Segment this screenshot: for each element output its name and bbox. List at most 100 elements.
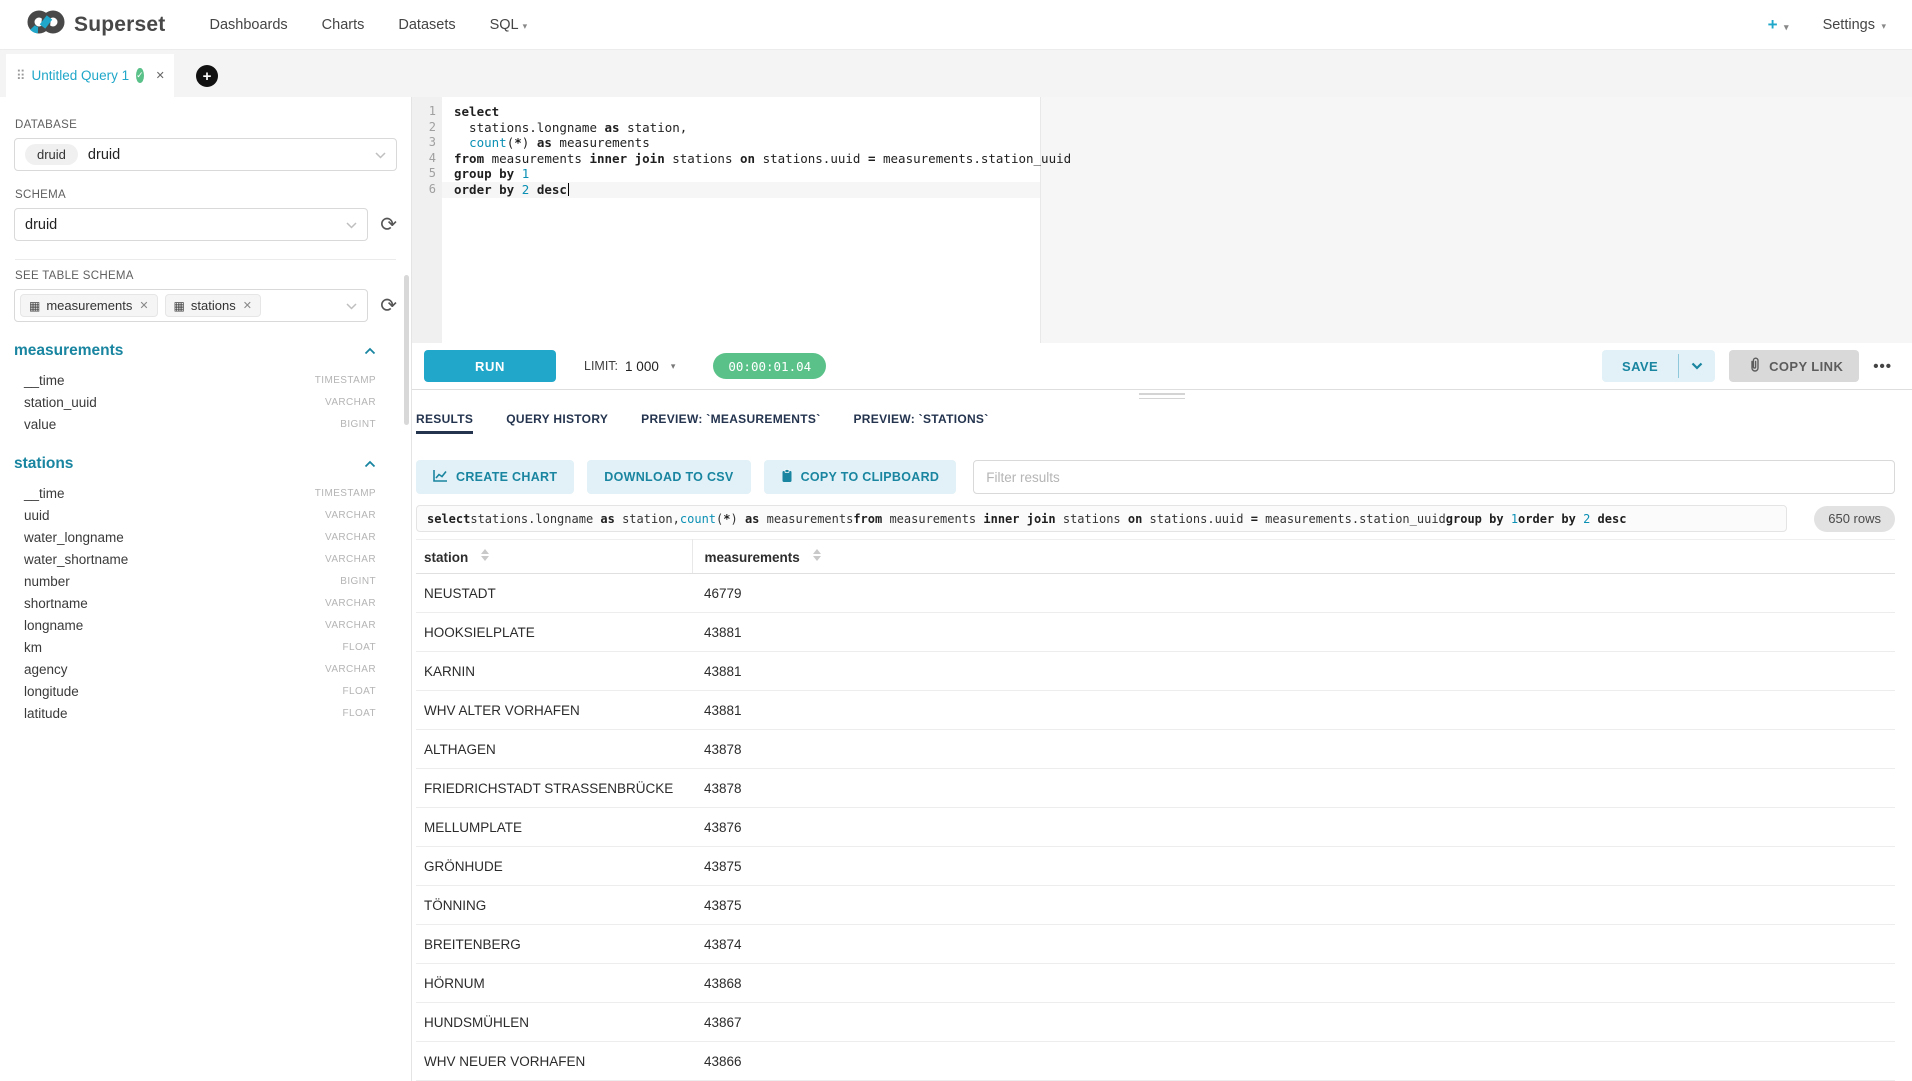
- sort-icon[interactable]: [481, 549, 489, 561]
- column-header-measurements[interactable]: measurements: [692, 540, 1895, 574]
- code-line-6[interactable]: order by 2 desc: [454, 182, 1912, 198]
- query-tabbar: ⠿ Untitled Query 1 ✓ ✕ +: [0, 50, 1912, 97]
- schema-column-row[interactable]: longitudeFLOAT: [14, 680, 397, 702]
- schema-column-row[interactable]: numberBIGINT: [14, 570, 397, 592]
- save-button[interactable]: SAVE: [1602, 350, 1678, 382]
- chevron-down-icon: [346, 297, 357, 315]
- code-line-3[interactable]: count(*) as measurements: [454, 135, 1912, 151]
- results-tab-preview-measurements[interactable]: PREVIEW: `MEASUREMENTS`: [641, 404, 820, 434]
- table-row[interactable]: WHV ALTER VORHAFEN43881: [416, 691, 1895, 730]
- chevron-down-icon: [375, 146, 386, 164]
- chevron-up-icon: [364, 347, 376, 355]
- refresh-tables-icon[interactable]: ⟳: [380, 296, 397, 316]
- table-pill-measurements[interactable]: ▦measurements✕: [20, 294, 158, 317]
- editor-code[interactable]: select stations.longname as station, cou…: [442, 97, 1912, 343]
- schema-column-row[interactable]: uuidVARCHAR: [14, 504, 397, 526]
- query-tab-active[interactable]: ⠿ Untitled Query 1 ✓ ✕: [6, 54, 174, 97]
- chevron-down-icon: [346, 216, 357, 234]
- table-row[interactable]: TÖNNING43875: [416, 886, 1895, 925]
- results-tab-query-history[interactable]: QUERY HISTORY: [506, 404, 608, 434]
- sql-editor[interactable]: 123456 select stations.longname as stati…: [412, 97, 1912, 343]
- table-row[interactable]: MELLUMPLATE43876: [416, 808, 1895, 847]
- schema-column-row[interactable]: kmFLOAT: [14, 636, 397, 658]
- row-count-badge: 650 rows: [1814, 506, 1895, 532]
- nav-dashboards[interactable]: Dashboards: [209, 17, 287, 33]
- table-row[interactable]: NEUSTADT46779: [416, 574, 1895, 613]
- save-split-button[interactable]: SAVE: [1602, 350, 1715, 382]
- superset-logo[interactable]: Superset: [26, 7, 165, 42]
- nav-sql-menu[interactable]: SQL▾: [490, 17, 528, 33]
- divider: [15, 259, 396, 260]
- add-query-tab-button[interactable]: +: [196, 65, 218, 87]
- schema-section-header[interactable]: stations: [14, 455, 397, 473]
- sidebar-scrollbar[interactable]: [404, 275, 409, 425]
- limit-label: LIMIT:: [584, 359, 618, 373]
- table-row[interactable]: BREITENBERG43874: [416, 925, 1895, 964]
- schema-column-row[interactable]: shortnameVARCHAR: [14, 592, 397, 614]
- schema-column-row[interactable]: station_uuidVARCHAR: [14, 391, 397, 413]
- editor-gutter: 123456: [412, 97, 442, 343]
- schema-column-row[interactable]: valueBIGINT: [14, 413, 397, 435]
- schema-column-row[interactable]: __timeTIMESTAMP: [14, 369, 397, 391]
- new-item-menu[interactable]: + ▾: [1768, 15, 1789, 35]
- table-row[interactable]: KARNIN43881: [416, 652, 1895, 691]
- sort-icon[interactable]: [813, 549, 821, 561]
- settings-menu[interactable]: Settings ▾: [1823, 17, 1886, 33]
- schema-column-row[interactable]: __timeTIMESTAMP: [14, 482, 397, 504]
- code-line-5[interactable]: group by 1: [454, 166, 1912, 182]
- chevron-down-icon: ▾: [671, 361, 676, 372]
- nav-charts[interactable]: Charts: [322, 17, 365, 33]
- text-cursor: [568, 183, 570, 196]
- code-line-2[interactable]: stations.longname as station,: [454, 120, 1912, 136]
- clipboard-icon: [781, 469, 793, 486]
- tables-label: SEE TABLE SCHEMA: [15, 270, 397, 282]
- run-button[interactable]: RUN: [424, 350, 556, 382]
- table-row[interactable]: ALTHAGEN43878: [416, 730, 1895, 769]
- schema-column-row[interactable]: latitudeFLOAT: [14, 702, 397, 724]
- table-row[interactable]: HOOKSIELPLATE43881: [416, 613, 1895, 652]
- drag-handle-icon[interactable]: ⠿: [16, 69, 26, 82]
- more-actions-button[interactable]: •••: [1873, 358, 1892, 375]
- filter-results-input[interactable]: [973, 460, 1895, 494]
- schema-section-measurements: measurements __timeTIMESTAMPstation_uuidV…: [14, 342, 397, 435]
- code-line-1[interactable]: select: [454, 104, 1912, 120]
- table-row[interactable]: GRÖNHUDE43875: [416, 847, 1895, 886]
- results-tab-preview-stations[interactable]: PREVIEW: `STATIONS`: [854, 404, 989, 434]
- database-select[interactable]: druid druid: [14, 138, 397, 171]
- schema-select[interactable]: druid: [14, 208, 368, 241]
- results-actions: CREATE CHART DOWNLOAD TO CSV COPY TO CLI…: [416, 460, 1895, 494]
- refresh-schemas-icon[interactable]: ⟳: [380, 215, 397, 235]
- table-schema-select[interactable]: ▦measurements✕ ▦stations✕: [14, 289, 368, 322]
- remove-table-icon[interactable]: ✕: [139, 299, 148, 312]
- editor-toolbar: RUN LIMIT: 1 000 ▾ 00:00:01.04 SAVE: [412, 343, 1912, 390]
- copy-link-button[interactable]: COPY LINK: [1729, 350, 1859, 382]
- results-header-row: station measurements: [416, 540, 1895, 574]
- close-tab-icon[interactable]: ✕: [156, 69, 165, 82]
- results-pane: RESULTS QUERY HISTORY PREVIEW: `MEASUREMEN…: [412, 402, 1912, 1081]
- limit-dropdown[interactable]: LIMIT: 1 000 ▾: [584, 359, 675, 374]
- schema-column-row[interactable]: longnameVARCHAR: [14, 614, 397, 636]
- table-pill-stations[interactable]: ▦stations✕: [165, 294, 261, 317]
- remove-table-icon[interactable]: ✕: [243, 299, 252, 312]
- download-csv-button[interactable]: DOWNLOAD TO CSV: [587, 460, 750, 494]
- executed-query-row: select stations.longname as station, cou…: [416, 505, 1895, 532]
- schema-column-row[interactable]: agencyVARCHAR: [14, 658, 397, 680]
- schema-column-row[interactable]: water_shortnameVARCHAR: [14, 548, 397, 570]
- save-dropdown-button[interactable]: [1679, 350, 1715, 382]
- table-row[interactable]: HÖRNUM43868: [416, 964, 1895, 1003]
- link-icon: [1745, 357, 1760, 376]
- nav-datasets[interactable]: Datasets: [398, 17, 455, 33]
- column-header-station[interactable]: station: [416, 540, 692, 574]
- table-row[interactable]: WHV NEUER VORHAFEN43866: [416, 1042, 1895, 1081]
- schema-section-header[interactable]: measurements: [14, 342, 397, 360]
- table-row[interactable]: FRIEDRICHSTADT STRASSENBRÜCKE43878: [416, 769, 1895, 808]
- results-tab-results[interactable]: RESULTS: [416, 404, 473, 434]
- pane-resize-handle[interactable]: [412, 390, 1912, 402]
- copy-clipboard-button[interactable]: COPY TO CLIPBOARD: [764, 460, 957, 494]
- create-chart-button[interactable]: CREATE CHART: [416, 460, 574, 494]
- code-line-4[interactable]: from measurements inner join stations on…: [454, 151, 1912, 167]
- table-grid-icon: ▦: [29, 299, 40, 313]
- brand-name: Superset: [74, 13, 165, 37]
- schema-column-row[interactable]: water_longnameVARCHAR: [14, 526, 397, 548]
- table-row[interactable]: HUNDSMÜHLEN43867: [416, 1003, 1895, 1042]
